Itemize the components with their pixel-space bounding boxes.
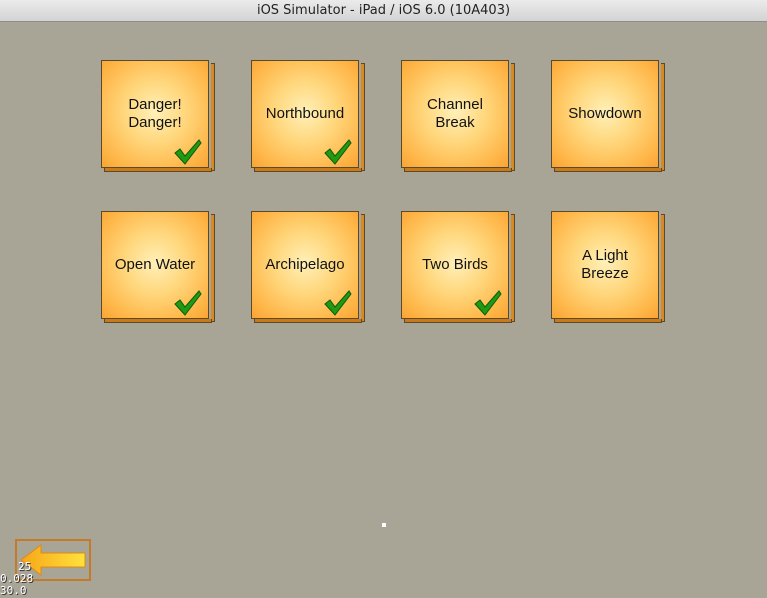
level-label: Archipelago [265, 256, 345, 273]
tile-side [211, 63, 215, 171]
level-tile-showdown[interactable]: Showdown [551, 60, 665, 172]
level-label: Channel Break [427, 96, 483, 131]
checkmark-icon [174, 290, 202, 316]
tile-side [211, 214, 215, 322]
checkmark-icon [324, 139, 352, 165]
level-label: A Light Breeze [581, 247, 629, 282]
tile-bottom [254, 319, 362, 323]
level-tile-open-water[interactable]: Open Water [101, 211, 215, 323]
tile-side [361, 214, 365, 322]
level-select-screen: Danger! Danger! Northbound Channel Break… [0, 22, 767, 598]
debug-frame-time: 0.028 [0, 572, 34, 585]
tile-side [661, 63, 665, 171]
level-tile-a-light-breeze[interactable]: A Light Breeze [551, 211, 665, 323]
tile-side [511, 63, 515, 171]
tile-bottom [404, 168, 512, 172]
tile-bottom [554, 319, 662, 323]
level-tile-northbound[interactable]: Northbound [251, 60, 365, 172]
tile-bottom [554, 168, 662, 172]
tile-side [511, 214, 515, 322]
tile-side [361, 63, 365, 171]
level-tile-two-birds[interactable]: Two Birds [401, 211, 515, 323]
debug-node-count: 25 [18, 560, 32, 573]
level-label: Open Water [114, 256, 196, 273]
level-label: Northbound [265, 105, 345, 122]
tile-side [661, 214, 665, 322]
checkmark-icon [474, 290, 502, 316]
level-tile-archipelago[interactable]: Archipelago [251, 211, 365, 323]
tile-bottom [104, 168, 212, 172]
tile-bottom [104, 319, 212, 323]
checkmark-icon [324, 290, 352, 316]
window-title: iOS Simulator - iPad / iOS 6.0 (10A403) [0, 0, 767, 22]
level-label: Showdown [568, 105, 642, 122]
level-label: Two Birds [422, 256, 488, 273]
checkmark-icon [174, 139, 202, 165]
level-tile-channel-break[interactable]: Channel Break [401, 60, 515, 172]
debug-fps: 30.0 [0, 584, 27, 597]
level-label: Danger! Danger! [128, 96, 182, 131]
tile-face: Showdown [551, 60, 659, 168]
tile-face: Channel Break [401, 60, 509, 168]
level-tile-danger-danger[interactable]: Danger! Danger! [101, 60, 215, 172]
tile-face: A Light Breeze [551, 211, 659, 319]
tile-bottom [404, 319, 512, 323]
page-indicator-dot [382, 523, 386, 527]
tile-bottom [254, 168, 362, 172]
